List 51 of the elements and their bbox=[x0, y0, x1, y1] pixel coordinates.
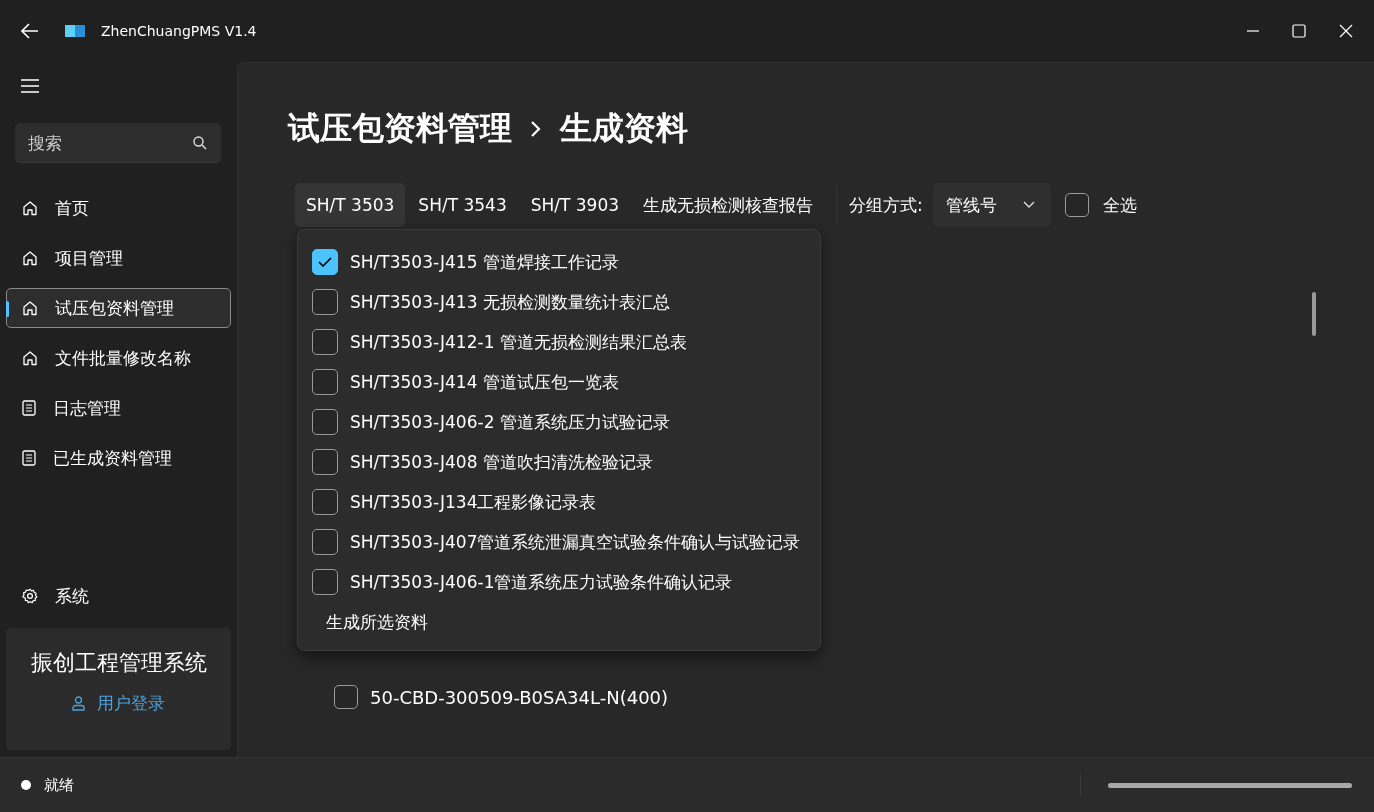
select-all-checkbox[interactable]: 全选 bbox=[1064, 193, 1137, 217]
menu-icon[interactable] bbox=[21, 79, 39, 93]
nav-item[interactable]: 项目管理 bbox=[6, 238, 231, 278]
breadcrumb-item[interactable]: 试压包资料管理 bbox=[288, 107, 512, 151]
nav-item[interactable]: 日志管理 bbox=[6, 388, 231, 428]
document-icon bbox=[22, 450, 36, 466]
settings-icon bbox=[22, 588, 38, 604]
document-checkbox[interactable]: SH/T3503-J406-2 管道系统压力试验记录 bbox=[312, 402, 820, 442]
app-logo-icon bbox=[65, 25, 85, 37]
home-icon bbox=[22, 350, 38, 366]
home-icon bbox=[22, 300, 38, 316]
nav-item[interactable]: 试压包资料管理 bbox=[6, 288, 231, 328]
document-checkbox[interactable]: SH/T3503-J413 无损检测数量统计表汇总 bbox=[312, 282, 820, 322]
maximize-icon[interactable] bbox=[1292, 24, 1306, 38]
document-icon bbox=[22, 400, 36, 416]
document-checkbox[interactable]: SH/T3503-J414 管道试压包一览表 bbox=[312, 362, 820, 402]
tab[interactable]: SH/T 3543 bbox=[407, 183, 518, 227]
nav-item[interactable]: 首页 bbox=[6, 188, 231, 228]
generate-selected-item[interactable]: 生成所选资料 bbox=[312, 602, 820, 642]
group-dropdown[interactable]: 管线号 bbox=[932, 183, 1051, 227]
scrollbar-thumb[interactable] bbox=[1312, 292, 1316, 336]
search-field[interactable]: 搜索 bbox=[15, 123, 221, 163]
chevron-down-icon bbox=[1022, 201, 1035, 209]
check-icon bbox=[318, 257, 332, 267]
pipeline-checkbox[interactable]: 50-CBD-300509-B0SA34L-N(400) bbox=[334, 677, 669, 717]
document-checkbox[interactable]: SH/T3503-J407管道系统泄漏真空试验条件确认与试验记录 bbox=[312, 522, 820, 562]
status-dot-icon bbox=[21, 780, 31, 790]
window-title: ZhenChuangPMS V1.4 bbox=[101, 23, 257, 39]
document-checkbox[interactable]: SH/T3503-J412-1 管道无损检测结果汇总表 bbox=[312, 322, 820, 362]
settings-item[interactable]: 系统 bbox=[6, 576, 231, 616]
back-arrow-icon[interactable] bbox=[21, 23, 39, 39]
system-name: 振创工程管理系统 bbox=[30, 649, 207, 677]
close-icon[interactable] bbox=[1339, 24, 1353, 38]
tab[interactable]: SH/T 3503 bbox=[295, 183, 406, 227]
breadcrumb-current: 生成资料 bbox=[560, 108, 688, 149]
status-text: 就绪 bbox=[44, 775, 74, 795]
tab[interactable]: SH/T 3903 bbox=[519, 183, 631, 227]
user-icon bbox=[72, 696, 85, 711]
tab[interactable]: 生成无损检测核查报告 bbox=[632, 183, 825, 227]
document-checkbox[interactable]: SH/T3503-J406-1管道系统压力试验条件确认记录 bbox=[312, 562, 820, 602]
login-link[interactable]: 用户登录 bbox=[72, 692, 165, 715]
home-icon bbox=[22, 200, 38, 216]
search-icon[interactable] bbox=[193, 136, 207, 150]
nav-item[interactable]: 文件批量修改名称 bbox=[6, 338, 231, 378]
chevron-right-icon bbox=[530, 120, 542, 138]
group-label: 分组方式: bbox=[849, 193, 923, 217]
nav-item[interactable]: 已生成资料管理 bbox=[6, 438, 231, 478]
home-icon bbox=[22, 250, 38, 266]
document-checkbox[interactable]: SH/T3503-J408 管道吹扫清洗检验记录 bbox=[312, 442, 820, 482]
document-checkbox[interactable]: SH/T3503-J415 管道焊接工作记录 bbox=[312, 242, 820, 282]
document-checkbox[interactable]: SH/T3503-J134工程影像记录表 bbox=[312, 482, 820, 522]
